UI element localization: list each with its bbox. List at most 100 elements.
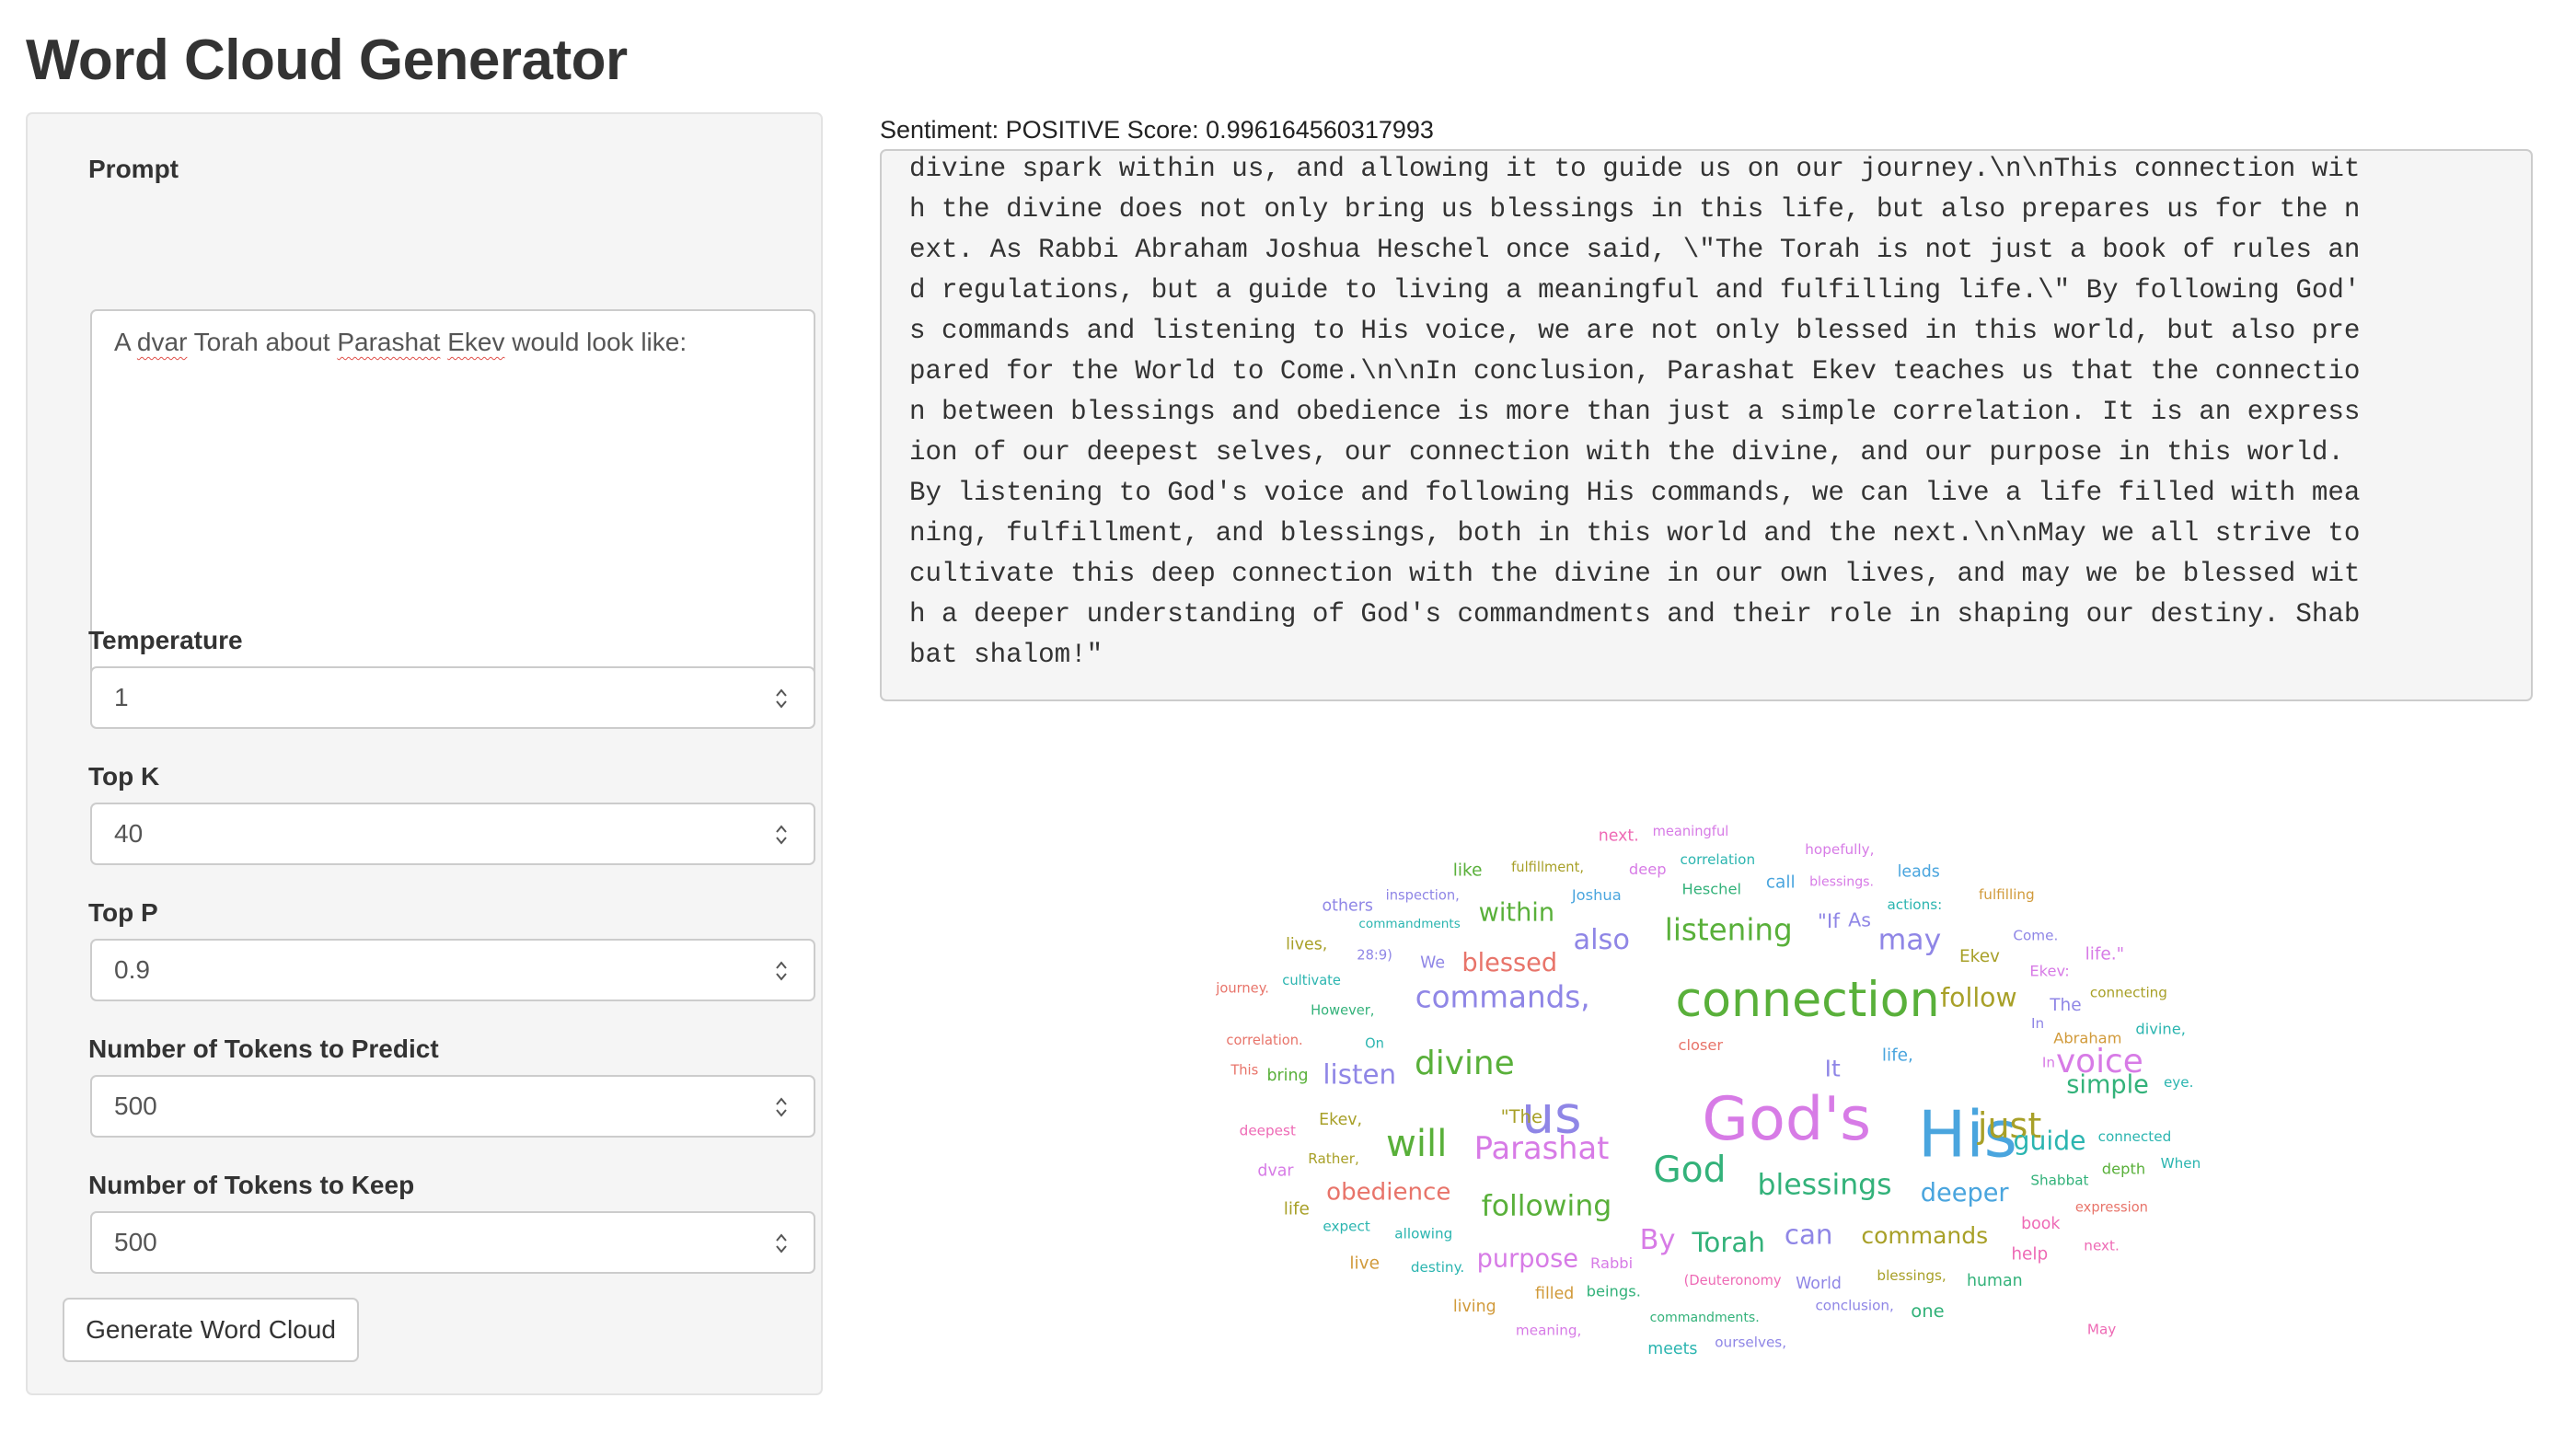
app-title: Word Cloud Generator	[26, 29, 628, 92]
word-cloud-word: God	[1653, 1150, 1726, 1191]
word-cloud-word: commandments	[1358, 917, 1460, 931]
word-cloud-word: destiny.	[1411, 1259, 1464, 1276]
word-cloud-word: call	[1766, 872, 1796, 892]
word-cloud-word: Ekev,	[1319, 1111, 1362, 1129]
prompt-label: Prompt	[88, 155, 179, 183]
word-cloud-word: God's	[1702, 1084, 1871, 1154]
output-line: d regulations, but a guide to living a m…	[909, 275, 2361, 306]
word-cloud-word: "The	[1501, 1106, 1542, 1127]
word-cloud-word: Come.	[2013, 927, 2058, 943]
word-cloud-word: living	[1453, 1298, 1496, 1316]
word-cloud-word: live	[1349, 1254, 1380, 1273]
word-cloud-word: divine	[1415, 1045, 1515, 1082]
word-cloud-word: cultivate	[1282, 973, 1341, 988]
word-cloud-word: dvar	[1257, 1161, 1294, 1180]
output-line: ning, fulfillment, and blessings, both i…	[909, 518, 2361, 549]
word-cloud-word: within	[1479, 899, 1554, 928]
word-cloud-word: meets	[1647, 1340, 1697, 1358]
word-cloud-word: Abraham	[2053, 1029, 2121, 1046]
spinner-icon[interactable]	[773, 1230, 790, 1257]
output-line: s commands and listening to His voice, w…	[909, 316, 2361, 346]
word-cloud-word: This	[1230, 1063, 1258, 1079]
top-k-input[interactable]: 40	[90, 803, 815, 865]
word-cloud-word: Torah	[1691, 1227, 1765, 1258]
word-cloud-word: commands,	[1415, 979, 1590, 1014]
word-cloud-word: expect	[1323, 1219, 1369, 1235]
word-cloud: connectionHisGod'susvoicejustGodwilldivi…	[1215, 824, 2201, 1358]
word-cloud-word: bring	[1267, 1067, 1309, 1085]
word-cloud-word: lives,	[1286, 936, 1327, 954]
temperature-input[interactable]: 1	[90, 666, 815, 729]
word-cloud-word: meaningful	[1653, 824, 1729, 839]
spinner-icon[interactable]	[773, 957, 790, 985]
generate-word-cloud-button[interactable]: Generate Word Cloud	[63, 1298, 359, 1362]
word-cloud-word: blessings	[1758, 1169, 1892, 1202]
word-cloud-word: listening	[1665, 913, 1793, 948]
word-cloud-word: connected	[2098, 1128, 2172, 1145]
spinner-icon[interactable]	[773, 1093, 790, 1121]
word-cloud-word: However,	[1311, 1002, 1374, 1018]
word-cloud-word: following	[1482, 1189, 1612, 1222]
word-cloud-word: conclusion,	[1815, 1298, 1893, 1314]
output-line: pared for the World to Come.\n\nIn concl…	[909, 356, 2361, 387]
word-cloud-word: deepest	[1240, 1122, 1296, 1138]
word-cloud-word: others	[1323, 896, 1373, 915]
tokens-keep-input[interactable]: 500	[90, 1211, 815, 1274]
word-cloud-word: deeper	[1921, 1179, 2010, 1208]
word-cloud-word: Rather,	[1308, 1150, 1359, 1167]
generated-text-output: divine spark within us, and allowing it …	[880, 149, 2533, 701]
temperature-label: Temperature	[88, 626, 243, 654]
word-cloud-word: simple	[2066, 1070, 2149, 1099]
word-cloud-word: On	[1365, 1035, 1384, 1051]
word-cloud-word: blessed	[1461, 949, 1557, 977]
word-cloud-word: World	[1796, 1275, 1842, 1293]
output-line: ext. As Rabbi Abraham Joshua Heschel onc…	[909, 235, 2361, 265]
word-cloud-word: May	[2087, 1322, 2116, 1338]
output-line: h the divine does not only bring us bles…	[909, 194, 2361, 225]
word-cloud-word: book	[2021, 1215, 2061, 1233]
word-cloud-word: will	[1386, 1123, 1447, 1165]
output-line: By listening to God's voice and followin…	[909, 478, 2361, 508]
word-cloud-word: When	[2161, 1155, 2201, 1172]
word-cloud-word: Shabbat	[2030, 1173, 2088, 1189]
output-line: cultivate this deep connection with the …	[909, 559, 2361, 589]
word-cloud-word: also	[1573, 924, 1630, 956]
top-p-label: Top P	[88, 898, 158, 927]
word-cloud-word: connection	[1675, 973, 1939, 1028]
word-cloud-word: Ekev	[1959, 947, 2000, 966]
word-cloud-word: correlation	[1681, 851, 1756, 868]
tokens-predict-input[interactable]: 500	[90, 1075, 815, 1138]
word-cloud-word: allowing	[1394, 1225, 1452, 1242]
word-cloud-word: life,	[1882, 1046, 1913, 1065]
word-cloud-word: fulfillment,	[1511, 860, 1584, 875]
word-cloud-word: beings.	[1587, 1282, 1641, 1300]
word-cloud-word: 28:9)	[1357, 948, 1392, 964]
word-cloud-word: In	[2031, 1015, 2044, 1032]
word-cloud-word: meaning,	[1516, 1323, 1581, 1339]
top-p-input[interactable]: 0.9	[90, 939, 815, 1001]
word-cloud-word: obedience	[1326, 1179, 1450, 1207]
word-cloud-word: Heschel	[1681, 880, 1741, 897]
spinner-icon[interactable]	[773, 685, 790, 712]
word-cloud-word: life	[1284, 1200, 1310, 1219]
tokens-predict-value: 500	[114, 1092, 157, 1120]
word-cloud-word: fulfilling	[1979, 886, 2035, 903]
tokens-keep-value: 500	[114, 1228, 157, 1256]
word-cloud-word: ourselves,	[1715, 1335, 1786, 1351]
word-cloud-word: inspection,	[1386, 888, 1460, 904]
word-cloud-word: By	[1640, 1224, 1676, 1256]
word-cloud-word: deep	[1629, 861, 1667, 878]
spinner-icon[interactable]	[773, 821, 790, 849]
top-p-value: 0.9	[114, 955, 150, 984]
word-cloud-word: next.	[2084, 1237, 2120, 1254]
tokens-keep-label: Number of Tokens to Keep	[88, 1171, 415, 1199]
word-cloud-word: like	[1453, 861, 1483, 880]
word-cloud-word: Rabbi	[1590, 1254, 1633, 1272]
tokens-predict-label: Number of Tokens to Predict	[88, 1034, 439, 1063]
word-cloud-word: hopefully,	[1805, 841, 1874, 858]
output-line: n between blessings and obedience is mor…	[909, 397, 2361, 427]
word-cloud-word: commands	[1861, 1222, 1988, 1249]
word-cloud-word: help	[2011, 1245, 2048, 1265]
word-cloud-word: blessings.	[1809, 874, 1874, 889]
output-line: bat shalom!"	[909, 640, 1103, 670]
